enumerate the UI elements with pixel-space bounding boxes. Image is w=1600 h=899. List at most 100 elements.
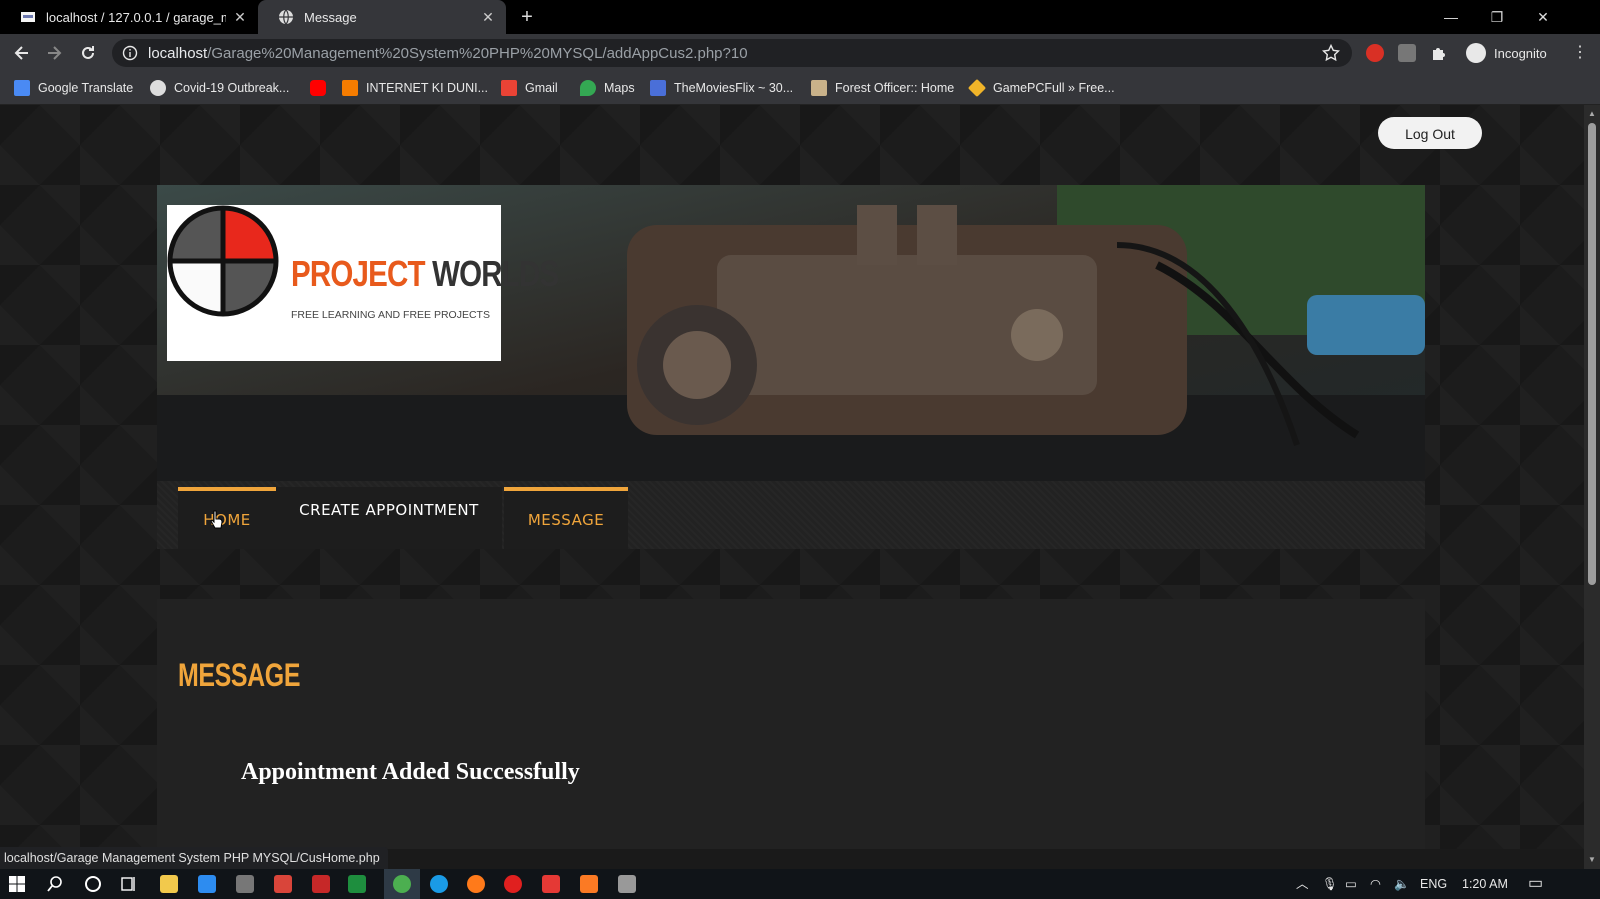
moviesflix-icon [650, 80, 666, 96]
adblock-extension-icon[interactable] [1366, 44, 1384, 62]
url-host: localhost [148, 45, 208, 62]
close-window-icon[interactable]: ✕ [1520, 0, 1566, 34]
restore-icon[interactable]: ❐ [1474, 0, 1520, 34]
extension-icon[interactable] [1398, 44, 1416, 62]
gmail-icon [501, 80, 517, 96]
scroll-down-icon[interactable]: ▼ [1587, 855, 1597, 865]
wifi-icon[interactable]: ◠ [1370, 869, 1381, 899]
blogger-icon [342, 80, 358, 96]
logo-title-part1: PROJECT [291, 253, 426, 294]
message-panel: MESSAGE Appointment Added Successfully [157, 599, 1425, 849]
logo-subtitle: FREE LEARNING AND FREE PROJECTS [291, 309, 490, 321]
project-worlds-logo: PROJECT WORLDS FREE LEARNING AND FREE PR… [167, 205, 559, 361]
clock[interactable]: 1:20 AM [1462, 869, 1508, 899]
bookmark-youtube[interactable] [310, 79, 334, 97]
browser-tab-strip: localhost / 127.0.0.1 / garage_ma ✕ Mess… [0, 0, 1600, 34]
bookmark-label: Google Translate [38, 81, 134, 95]
main-nav: HOME CREATE APPOINTMENT MESSAGE [157, 481, 1425, 549]
forest-icon [811, 80, 827, 96]
link-status-bar: localhost/Garage Management System PHP M… [0, 847, 388, 869]
header-banner: PROJECT WORLDS FREE LEARNING AND FREE PR… [157, 185, 1425, 482]
bookmark-star-icon[interactable] [1322, 44, 1340, 62]
menu-icon[interactable]: ⋮ [1572, 44, 1588, 62]
globe-icon [279, 9, 293, 25]
youtube-icon [310, 80, 326, 96]
bookmark-label: Covid-19 Outbreak... [174, 81, 290, 95]
url-text[interactable]: localhost/Garage%20Management%20System%2… [148, 45, 748, 63]
gamepcfull-icon [967, 78, 987, 98]
puzzle-icon[interactable] [1430, 44, 1448, 62]
web-page: Log Out PROJECT WORLDS FREE LEARNING AND… [0, 105, 1584, 849]
settings-app-icon[interactable] [236, 875, 254, 893]
bookmark-label: GamePCFull » Free... [993, 81, 1115, 95]
scroll-up-icon[interactable]: ▲ [1587, 109, 1597, 119]
bookmark-internet-ki-duni[interactable]: INTERNET KI DUNI... [342, 79, 488, 97]
minimize-icon[interactable]: — [1428, 0, 1474, 34]
tab-phpmyadmin[interactable]: localhost / 127.0.0.1 / garage_ma ✕ [0, 0, 258, 34]
scroll-thumb[interactable] [1588, 123, 1596, 585]
anydesk-icon[interactable] [542, 875, 560, 893]
language-indicator[interactable]: ENG [1420, 869, 1447, 899]
volume-icon[interactable]: 🔈 [1394, 869, 1410, 899]
bookmark-label: Maps [604, 81, 635, 95]
back-icon[interactable] [12, 43, 32, 63]
windows-taskbar: ︿ 🎙 ▭ ◠ 🔈 ENG 1:20 AM ▭ [0, 869, 1600, 899]
reload-icon[interactable] [78, 43, 98, 63]
opera-icon[interactable] [504, 875, 522, 893]
mouse-cursor-icon [210, 510, 223, 529]
logo-title-part2: WORLDS [424, 253, 559, 294]
notifications-icon[interactable]: ▭ [1528, 869, 1543, 899]
tray-chevron-icon[interactable]: ︿ [1296, 869, 1309, 899]
play-app-icon[interactable] [348, 875, 366, 893]
logout-button[interactable]: Log Out [1378, 117, 1482, 149]
task-view-icon[interactable] [120, 875, 138, 893]
acrobat-icon[interactable] [312, 875, 330, 893]
nav-message[interactable]: MESSAGE [504, 487, 628, 549]
bookmark-label: TheMoviesFlix ~ 30... [674, 81, 794, 95]
firefox-icon[interactable] [467, 875, 485, 893]
search-icon[interactable] [46, 875, 64, 893]
incognito-indicator[interactable]: Incognito [1466, 42, 1547, 64]
info-icon[interactable] [122, 45, 138, 61]
bookmark-moviesflix[interactable]: TheMoviesFlix ~ 30... [650, 79, 793, 97]
tab-message[interactable]: Message ✕ [258, 0, 506, 34]
cortana-icon[interactable] [84, 875, 102, 893]
bookmark-maps[interactable]: Maps [580, 79, 635, 97]
file-explorer-icon[interactable] [160, 875, 178, 893]
bookmark-label: Forest Officer:: Home [835, 81, 955, 95]
database-icon[interactable] [618, 875, 636, 893]
close-tab-icon[interactable]: ✕ [480, 9, 496, 25]
windows-start-icon[interactable] [8, 875, 26, 893]
forward-icon[interactable] [44, 43, 64, 63]
bookmark-label: Gmail [525, 81, 558, 95]
bookmark-covid[interactable]: Covid-19 Outbreak... [150, 79, 289, 97]
xampp-icon[interactable] [580, 875, 598, 893]
page-title: MESSAGE [178, 657, 301, 693]
globe-icon [150, 80, 166, 96]
incognito-label: Incognito [1494, 45, 1547, 61]
sublime-icon[interactable] [274, 875, 292, 893]
mail-icon[interactable] [198, 875, 216, 893]
chrome-icon[interactable] [393, 875, 411, 893]
incognito-icon [1466, 43, 1486, 63]
tab-title: Message [304, 9, 357, 25]
close-tab-icon[interactable]: ✕ [232, 9, 248, 25]
success-message: Appointment Added Successfully [241, 759, 580, 785]
maps-pin-icon [580, 80, 596, 96]
phpmyadmin-icon [21, 12, 35, 22]
new-tab-icon[interactable]: + [516, 6, 538, 28]
bookmark-label: INTERNET KI DUNI... [366, 81, 489, 95]
bookmark-forest-officer[interactable]: Forest Officer:: Home [811, 79, 954, 97]
battery-icon[interactable]: ▭ [1345, 869, 1357, 899]
bookmark-google-translate[interactable]: Google Translate [14, 79, 133, 97]
microphone-icon[interactable]: 🎙 [1322, 869, 1338, 899]
bookmark-gamepcfull[interactable]: GamePCFull » Free... [967, 78, 1115, 98]
edge-icon[interactable] [430, 875, 448, 893]
page-scrollbar[interactable]: ▲ ▼ [1584, 105, 1600, 869]
bookmark-gmail[interactable]: Gmail [501, 79, 558, 97]
tab-title: localhost / 127.0.0.1 / garage_ma [46, 9, 226, 25]
nav-create-appointment[interactable]: CREATE APPOINTMENT [276, 487, 502, 549]
logo-title: PROJECT WORLDS [291, 253, 559, 295]
nav-home[interactable]: HOME [178, 487, 276, 549]
url-path: /Garage%20Management%20System%20PHP%20MY… [207, 45, 748, 62]
